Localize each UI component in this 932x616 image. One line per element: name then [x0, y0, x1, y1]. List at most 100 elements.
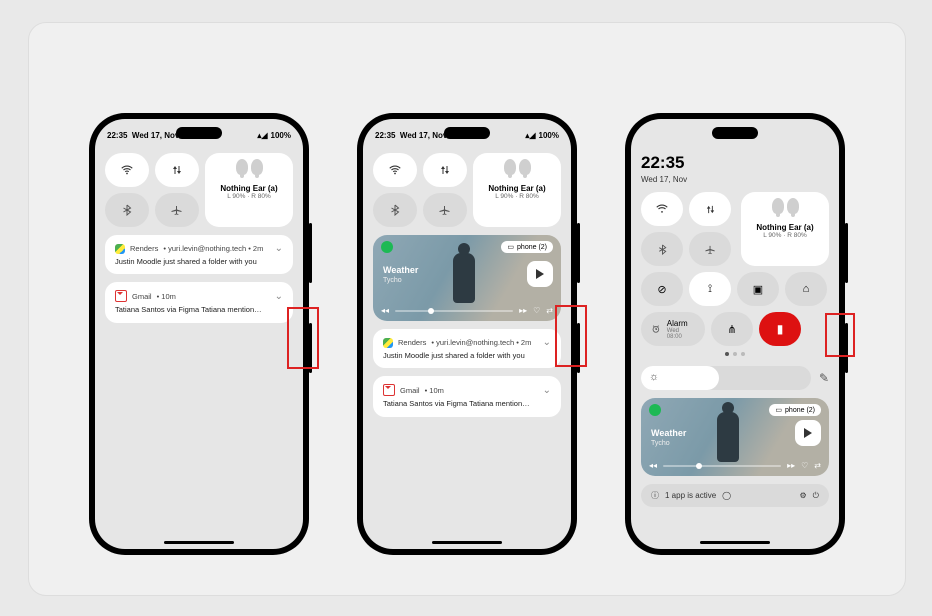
track-artist: Tycho	[383, 277, 402, 284]
bluetooth-icon	[389, 204, 401, 216]
flashlight-toggle[interactable]: ▮	[759, 312, 801, 346]
output-badge[interactable]: ▭ phone (2)	[501, 241, 553, 253]
wifi-icon	[388, 163, 402, 177]
shuffle-button[interactable]: ⇄	[814, 461, 821, 470]
active-apps-label: 1 app is active	[665, 491, 716, 500]
track-artist: Tycho	[651, 440, 670, 447]
earbuds-icon	[767, 198, 803, 220]
now-playing-card[interactable]: ▭ phone (2) Weather Tycho ◂◂ ▸▸ ♡ ⇄	[373, 235, 561, 321]
gmail-icon	[383, 384, 395, 396]
active-apps-chip[interactable]: ⓘ 1 app is active ◯ ⚙ ⏻	[641, 484, 829, 507]
next-button[interactable]: ▸▸	[787, 461, 795, 470]
earbuds-icon	[499, 159, 535, 181]
output-badge[interactable]: ▭ phone (2)	[769, 404, 821, 416]
album-art	[453, 253, 475, 303]
user-icon[interactable]: ◯	[722, 491, 731, 500]
notif-body: Tatiana Santos via Figma Tatiana mention…	[115, 305, 283, 314]
game-icon: ⌂	[803, 283, 810, 295]
next-button[interactable]: ▸▸	[519, 306, 527, 315]
wifi-toggle[interactable]	[105, 153, 149, 187]
annotation-highlight	[825, 313, 855, 357]
signal-icon: ▴◢	[525, 131, 535, 140]
data-toggle[interactable]	[423, 153, 467, 187]
phone-mockup-3: 22:35 Wed 17, Nov Nothing Ear (a) L 90% …	[625, 113, 845, 555]
earbuds-widget[interactable]: Nothing Ear (a) L 90% · R 80%	[205, 153, 293, 227]
airplane-icon	[171, 204, 183, 216]
bluetooth-toggle[interactable]	[641, 232, 683, 266]
dnd-toggle[interactable]: ⊘	[641, 272, 683, 306]
notif-meta: • yuri.levin@nothing.tech • 2m	[163, 244, 263, 253]
progress-bar[interactable]	[395, 310, 513, 312]
nav-pill[interactable]	[164, 541, 234, 544]
notification-renders[interactable]: Renders • yuri.levin@nothing.tech • 2m ⌄…	[373, 329, 561, 368]
notification-renders[interactable]: Renders • yuri.levin@nothing.tech • 2m ⌄…	[105, 235, 293, 274]
connect-toggle[interactable]: ⋔	[711, 312, 753, 346]
lock-clock: 22:35	[641, 153, 829, 173]
earbuds-widget[interactable]: Nothing Ear (a) L 90% · R 80%	[741, 192, 829, 266]
play-button[interactable]	[795, 420, 821, 446]
bluetooth-toggle[interactable]	[373, 193, 417, 227]
cast-icon: ▣	[753, 283, 763, 296]
status-bar: 22:35 Wed 17, Nov ▴◢100%	[375, 131, 559, 140]
play-button[interactable]	[527, 261, 553, 287]
earbuds-battery: L 90% · R 80%	[227, 193, 270, 200]
nav-pill[interactable]	[432, 541, 502, 544]
notif-meta: • 10m	[157, 292, 176, 301]
location-toggle[interactable]: ⟟	[689, 272, 731, 306]
status-bar: 22:35 Wed 17, Nov ▴◢100%	[107, 131, 291, 140]
data-toggle[interactable]	[155, 153, 199, 187]
track-title: Weather	[651, 428, 686, 438]
drive-icon	[383, 338, 393, 348]
edit-tiles-button[interactable]: ✎	[819, 371, 829, 385]
drive-icon	[115, 244, 125, 254]
bluetooth-toggle[interactable]	[105, 193, 149, 227]
airplane-toggle[interactable]	[423, 193, 467, 227]
location-icon: ⟟	[708, 283, 712, 296]
airplane-toggle[interactable]	[155, 193, 199, 227]
airplane-toggle[interactable]	[689, 232, 731, 266]
alarm-tile[interactable]: Alarm Wed 08:00	[641, 312, 705, 346]
notif-body: Justin Moodle just shared a folder with …	[115, 257, 283, 266]
wifi-toggle[interactable]	[641, 192, 683, 226]
brightness-icon: ☼	[649, 371, 659, 383]
shuffle-button[interactable]: ⇄	[546, 306, 553, 315]
brightness-slider[interactable]: ☼	[641, 366, 811, 390]
progress-bar[interactable]	[663, 465, 781, 467]
wifi-icon	[120, 163, 134, 177]
chevron-down-icon[interactable]: ⌄	[275, 243, 283, 254]
like-button[interactable]: ♡	[801, 461, 808, 470]
nav-pill[interactable]	[700, 541, 770, 544]
image-panel: 22:35 Wed 17, Nov ▴◢100% Nothing Ear (a)…	[28, 22, 906, 596]
alarm-icon	[651, 324, 661, 334]
now-playing-card[interactable]: ▭ phone (2) Weather Tycho ◂◂ ▸▸ ♡ ⇄	[641, 398, 829, 476]
power-icon[interactable]: ⏻	[813, 491, 819, 501]
info-icon: ⓘ	[651, 490, 659, 501]
airplane-icon	[705, 244, 716, 255]
spotify-icon	[381, 241, 393, 253]
data-icon	[439, 164, 451, 176]
chevron-down-icon[interactable]: ⌄	[275, 291, 283, 302]
wifi-toggle[interactable]	[373, 153, 417, 187]
earbuds-widget[interactable]: Nothing Ear (a) L 90% · R 80%	[473, 153, 561, 227]
dnd-icon: ⊘	[657, 283, 666, 296]
prev-button[interactable]: ◂◂	[381, 306, 389, 315]
notification-gmail[interactable]: Gmail • 10m ⌄ Tatiana Santos via Figma T…	[373, 376, 561, 416]
settings-icon[interactable]: ⚙	[800, 491, 807, 500]
bluetooth-icon	[121, 204, 133, 216]
prev-button[interactable]: ◂◂	[649, 461, 657, 470]
game-toggle[interactable]: ⌂	[785, 272, 827, 306]
notif-app: Renders	[130, 244, 158, 253]
gmail-icon	[115, 290, 127, 302]
like-button[interactable]: ♡	[533, 306, 540, 315]
notification-gmail[interactable]: Gmail • 10m ⌄ Tatiana Santos via Figma T…	[105, 282, 293, 322]
chevron-down-icon[interactable]: ⌄	[543, 337, 551, 348]
spotify-icon	[649, 404, 661, 416]
annotation-highlight	[287, 307, 319, 369]
cast-toggle[interactable]: ▣	[737, 272, 779, 306]
lock-date: Wed 17, Nov	[641, 175, 829, 184]
chevron-down-icon[interactable]: ⌄	[543, 385, 551, 396]
connect-icon: ⋔	[727, 323, 736, 336]
data-icon	[705, 204, 716, 215]
airplane-icon	[439, 204, 451, 216]
data-toggle[interactable]	[689, 192, 731, 226]
